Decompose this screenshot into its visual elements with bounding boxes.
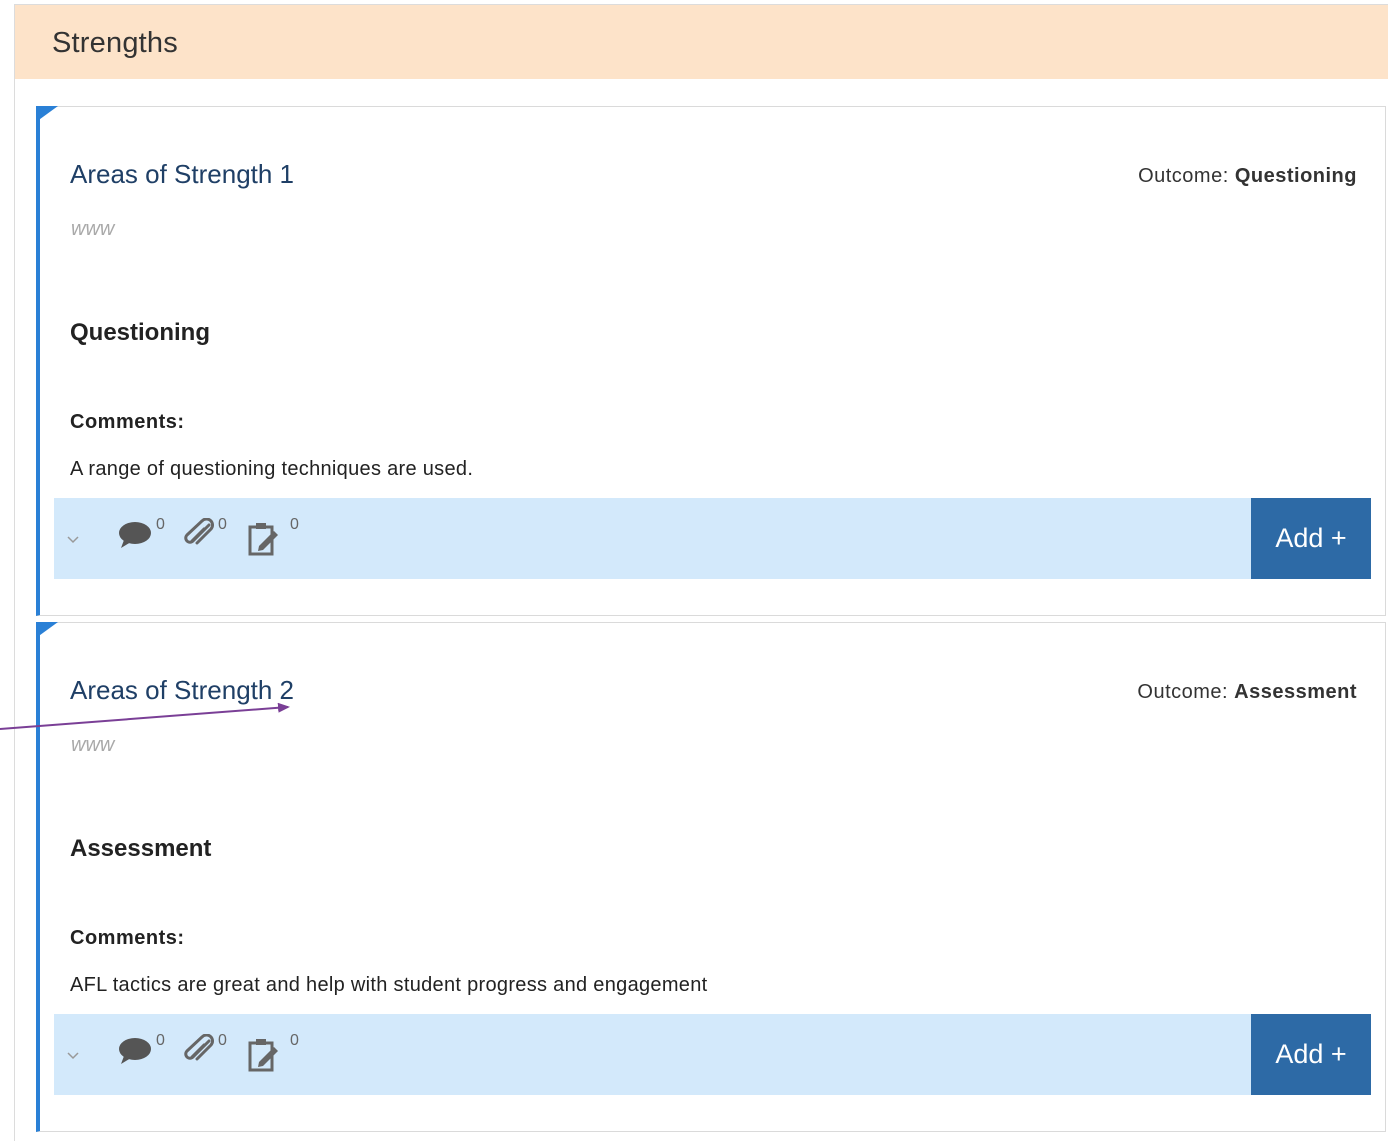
strength-card: Areas of Strength 1 www Outcome: Questio… <box>36 106 1386 616</box>
card-title[interactable]: Areas of Strength 2 <box>70 675 294 706</box>
clipboard-edit-icon <box>248 523 278 556</box>
section-title: Strengths <box>52 27 178 59</box>
comments-counter[interactable]: 0 <box>118 1032 165 1071</box>
comments-count: 0 <box>156 1032 165 1049</box>
clipboard-edit-icon <box>248 1039 278 1072</box>
outcome: Outcome: Assessment <box>1137 681 1357 704</box>
comments-count: 0 <box>156 516 165 533</box>
paperclip-icon <box>184 517 214 545</box>
comments-label: Comments: <box>70 411 185 433</box>
attachments-counter[interactable]: 0 <box>182 1032 227 1073</box>
card-title[interactable]: Areas of Strength 1 <box>70 159 294 190</box>
outcome-label: Outcome: <box>1138 165 1229 187</box>
attachments-count: 0 <box>218 1032 227 1049</box>
notes-counter[interactable]: 0 <box>248 1032 299 1077</box>
comments-label: Comments: <box>70 927 185 949</box>
notes-count: 0 <box>290 1032 299 1049</box>
chevron-down-icon[interactable] <box>64 1046 82 1064</box>
card-corner-marker <box>36 622 58 638</box>
strength-card: Areas of Strength 2 www Outcome: Assessm… <box>36 622 1386 1132</box>
attachments-count: 0 <box>218 516 227 533</box>
outcome-value: Questioning <box>1234 165 1357 187</box>
attachments-counter[interactable]: 0 <box>182 516 227 557</box>
comments-text: AFL tactics are great and help with stud… <box>70 974 708 996</box>
card-toolbar: 0 0 0 Add + <box>54 1014 1371 1095</box>
card-toolbar: 0 0 0 Add + <box>54 498 1371 579</box>
comments-text: A range of questioning techniques are us… <box>70 458 474 480</box>
card-subtitle: www <box>71 734 115 756</box>
comments-counter[interactable]: 0 <box>118 516 165 555</box>
focus-heading: Questioning <box>70 319 210 346</box>
paperclip-icon <box>184 1033 214 1061</box>
card-subtitle: www <box>71 218 115 240</box>
speech-bubble-icon <box>119 1038 151 1064</box>
outcome: Outcome: Questioning <box>1138 165 1357 188</box>
section-header: Strengths <box>15 5 1388 79</box>
focus-heading: Assessment <box>70 835 212 862</box>
add-button[interactable]: Add + <box>1251 498 1371 579</box>
outcome-value: Assessment <box>1234 681 1357 703</box>
chevron-down-icon[interactable] <box>64 530 82 548</box>
speech-bubble-icon <box>119 522 151 548</box>
notes-counter[interactable]: 0 <box>248 516 299 561</box>
notes-count: 0 <box>290 516 299 533</box>
card-corner-marker <box>36 106 58 122</box>
add-button[interactable]: Add + <box>1251 1014 1371 1095</box>
outcome-label: Outcome: <box>1137 681 1229 703</box>
